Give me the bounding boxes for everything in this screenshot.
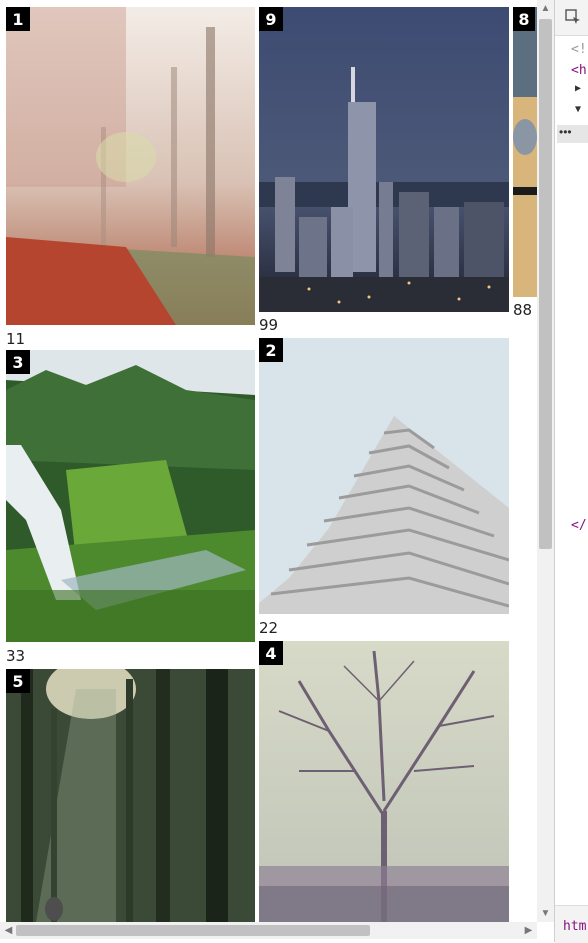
image-index-badge: 9 xyxy=(259,7,283,31)
image-index-badge: 5 xyxy=(6,669,30,693)
building-photo[interactable] xyxy=(259,338,509,614)
html-close-tag[interactable]: </ xyxy=(571,518,587,533)
devtools-toolbar xyxy=(555,0,588,36)
waterfall-photo[interactable] xyxy=(6,350,255,642)
image-caption: 99 xyxy=(259,316,279,334)
image-caption: 33 xyxy=(6,647,26,665)
image-caption: 22 xyxy=(259,619,279,637)
html-open-tag[interactable]: <h xyxy=(571,63,587,78)
horizontal-scroll-thumb[interactable] xyxy=(16,925,370,936)
collapse-body-icon[interactable]: ▼ xyxy=(575,104,581,115)
scroll-up-arrow-icon[interactable]: ▲ xyxy=(537,0,554,17)
scroll-down-arrow-icon[interactable]: ▼ xyxy=(537,905,554,922)
horizontal-scrollbar[interactable]: ◀ ▶ xyxy=(0,922,537,939)
image-caption: 11 xyxy=(6,330,26,348)
masonry-gallery: 1 11 9 99 8 88 3 33 2 22 5 4 xyxy=(0,0,537,922)
more-options-icon[interactable]: ••• xyxy=(557,125,588,143)
image-index-badge: 4 xyxy=(259,641,283,665)
bare-tree-photo[interactable] xyxy=(259,641,509,922)
image-index-badge: 3 xyxy=(6,350,30,374)
breadcrumb-html[interactable]: htm xyxy=(563,919,586,934)
vertical-scroll-thumb[interactable] xyxy=(539,19,552,549)
misty-forest-photo[interactable] xyxy=(6,669,255,922)
devtools-panel: <! <h ▶ ▼ ••• </ htm xyxy=(554,0,588,943)
scroll-left-arrow-icon[interactable]: ◀ xyxy=(0,922,17,939)
autumn-forest-photo[interactable] xyxy=(6,7,255,325)
image-index-badge: 1 xyxy=(6,7,30,31)
sky-photo[interactable] xyxy=(513,7,537,297)
image-caption: 88 xyxy=(513,301,533,319)
image-index-badge: 2 xyxy=(259,338,283,362)
inspect-element-icon[interactable] xyxy=(565,9,581,25)
expand-head-icon[interactable]: ▶ xyxy=(575,83,581,94)
vertical-scrollbar[interactable]: ▲ ▼ xyxy=(537,0,554,922)
devtools-breadcrumb-bar: htm xyxy=(555,905,588,943)
scroll-right-arrow-icon[interactable]: ▶ xyxy=(520,922,537,939)
doctype-line[interactable]: <! xyxy=(571,42,587,57)
image-index-badge: 8 xyxy=(513,7,535,31)
city-skyline-photo[interactable] xyxy=(259,7,509,312)
